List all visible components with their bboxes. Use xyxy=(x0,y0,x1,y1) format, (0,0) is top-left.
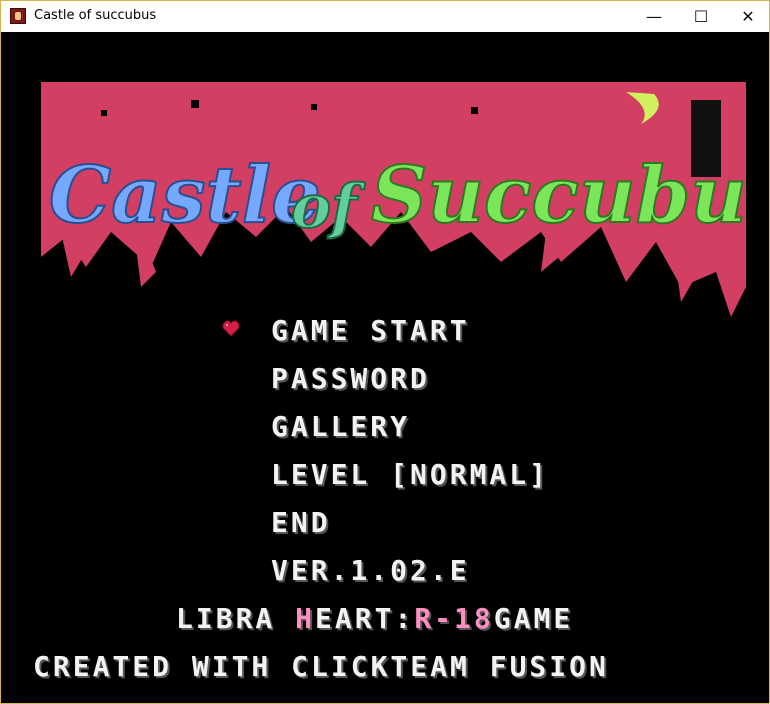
credit-eart: EART: xyxy=(315,602,415,635)
castle-of-succubus-logo: Castle of Succubus xyxy=(41,82,746,317)
menu-end[interactable]: END xyxy=(271,506,331,539)
heart-cursor-icon xyxy=(222,320,240,337)
menu-game-start[interactable]: GAME START xyxy=(271,314,470,347)
window-title: Castle of succubus xyxy=(34,8,157,23)
minimize-button[interactable]: — xyxy=(631,1,677,32)
engine-credit: CREATED WITH CLICKTEAM FUSION xyxy=(33,650,609,683)
window-titlebar[interactable]: Castle of succubus — ☐ ✕ xyxy=(1,1,769,32)
credit-line: LIBRA HEART:R-18GAME xyxy=(176,602,573,635)
logo-text-succubus: Succubus xyxy=(371,150,746,241)
game-window: Castle of succubus — ☐ ✕ Castle of Succu… xyxy=(0,0,770,704)
menu-level[interactable]: LEVEL [NORMAL] xyxy=(271,458,549,491)
app-icon xyxy=(10,8,26,24)
close-button[interactable]: ✕ xyxy=(725,1,770,32)
menu-password[interactable]: PASSWORD xyxy=(271,362,430,395)
credit-game: GAME xyxy=(493,602,574,635)
credit-r18: R-18 xyxy=(414,602,494,635)
maximize-button[interactable]: ☐ xyxy=(678,1,724,32)
credit-h: H xyxy=(295,602,316,635)
menu-gallery[interactable]: GALLERY xyxy=(271,410,410,443)
game-screen: Castle of Succubus GAME START PASSWORD G… xyxy=(1,32,769,703)
version-label: VER.1.02.E xyxy=(271,554,470,587)
logo-text-of: of xyxy=(291,172,366,242)
logo-text-castle: Castle xyxy=(49,150,321,241)
credit-libra: LIBRA xyxy=(176,602,296,635)
